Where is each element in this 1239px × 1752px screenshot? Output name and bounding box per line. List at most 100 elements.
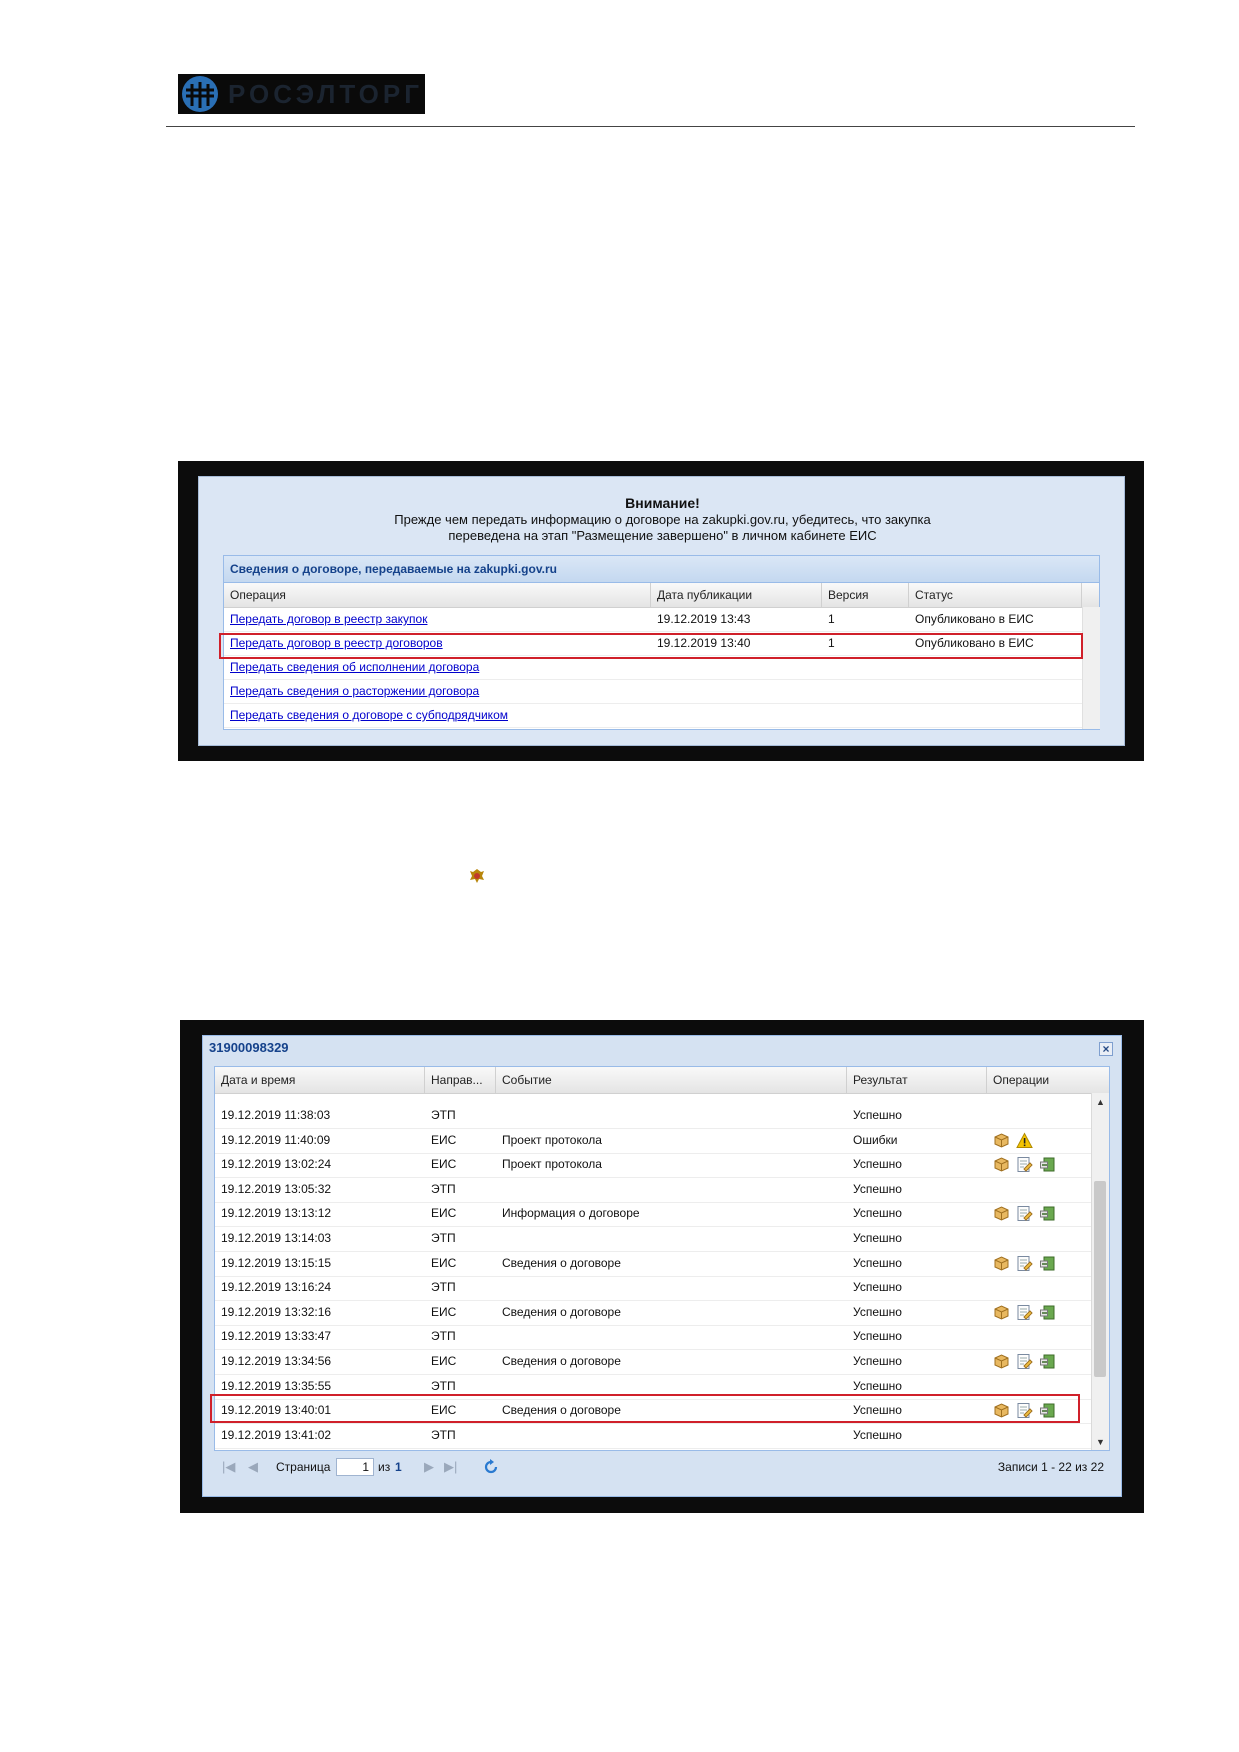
scrollbar-thumb[interactable] [1094, 1181, 1106, 1377]
first-page-icon[interactable]: |◀ [222, 1459, 235, 1475]
column-header-operations[interactable]: Операции [987, 1067, 1091, 1093]
window-title: 31900098329 [209, 1040, 289, 1055]
vertical-scrollbar[interactable] [1082, 607, 1100, 729]
datetime-cell: 19.12.2019 11:38:03 [221, 1108, 331, 1122]
scroll-down-icon[interactable]: ▼ [1096, 1437, 1105, 1447]
direction-cell: ЭТП [431, 1231, 456, 1245]
event-cell [496, 1324, 847, 1349]
table-row: Передать сведения о расторжении договора [224, 679, 1082, 704]
page-number-input[interactable]: 1 [336, 1458, 374, 1476]
warning-icon[interactable] [1016, 1132, 1033, 1149]
table-row[interactable]: 19.12.2019 13:16:24 ЭТП Успешно [215, 1275, 1091, 1302]
last-page-icon[interactable]: ▶| [444, 1459, 457, 1475]
table-row[interactable]: 19.12.2019 13:15:15 ЕИС Сведения о договор… [215, 1251, 1091, 1277]
package-icon[interactable] [993, 1156, 1010, 1173]
result-cell: Успешно [853, 1157, 902, 1172]
export-icon[interactable] [1039, 1156, 1056, 1173]
direction-cell: ЕИС [431, 1206, 457, 1221]
datetime-cell: 19.12.2019 13:41:02 [221, 1427, 332, 1442]
operations-cell [993, 1205, 1056, 1223]
table-row[interactable]: 19.12.2019 13:02:24 ЕИС Проект протокола Ус… [215, 1152, 1091, 1179]
export-icon[interactable] [1039, 1304, 1056, 1321]
operation-link-text[interactable]: Передать сведения об исполнении договора [230, 660, 479, 674]
datetime-cell: 19.12.2019 13:13:12 [221, 1206, 332, 1221]
document-edit-icon[interactable] [1016, 1353, 1033, 1370]
logo-mark-icon [182, 76, 218, 112]
document-edit-icon[interactable] [1016, 1156, 1033, 1173]
datetime-cell: 19.12.2019 13:32:16 [221, 1304, 332, 1319]
grid-header: Операция Дата публикации Версия Статус [224, 583, 1099, 608]
eis-emblem-icon [470, 869, 484, 883]
direction-cell: ЭТП [431, 1427, 456, 1442]
document-edit-icon[interactable] [1016, 1304, 1033, 1321]
package-icon[interactable] [993, 1304, 1010, 1321]
column-header-result[interactable]: Результат [847, 1067, 987, 1093]
table-row[interactable]: 19.12.2019 13:05:32 ЭТП Успешно [215, 1177, 1091, 1203]
table-row[interactable]: 19.12.2019 13:34:56 ЕИС Сведения о договор… [215, 1349, 1091, 1375]
package-icon[interactable] [993, 1132, 1010, 1149]
column-header-datetime[interactable]: Дата и время [215, 1067, 425, 1093]
operations-cell [993, 1156, 1056, 1174]
operation-link-text[interactable]: Передать сведения о расторжении договора [230, 684, 479, 698]
column-header-publication-date[interactable]: Дата публикации [651, 583, 822, 607]
export-icon[interactable] [1039, 1205, 1056, 1222]
highlight-frame [219, 633, 1083, 659]
event-cell [496, 1103, 847, 1128]
document-edit-icon[interactable] [1016, 1255, 1033, 1272]
datetime-cell: 19.12.2019 13:16:24 [221, 1280, 332, 1295]
result-cell: Успешно [853, 1206, 902, 1221]
next-page-icon[interactable]: ▶ [424, 1459, 434, 1475]
event-cell: Проект протокола [502, 1157, 602, 1172]
table-row[interactable]: 19.12.2019 13:14:03 ЭТП Успешно [215, 1226, 1091, 1252]
export-icon[interactable] [1039, 1353, 1056, 1370]
datetime-cell: 19.12.2019 13:15:15 [221, 1255, 332, 1270]
table-row[interactable]: 19.12.2019 11:40:09 ЕИС Проект протокола Ош… [215, 1128, 1091, 1154]
operation-link[interactable]: Передать сведения о расторжении договора [224, 679, 651, 703]
column-header-version[interactable]: Версия [822, 583, 909, 607]
event-cell: Сведения о договоре [502, 1354, 621, 1368]
result-cell: Ошибки [853, 1132, 898, 1147]
table-row[interactable]: 19.12.2019 13:32:16 ЕИС Сведения о договор… [215, 1300, 1091, 1326]
package-icon[interactable] [993, 1255, 1010, 1272]
publication-date-cell [651, 679, 822, 703]
header-divider [166, 126, 1135, 127]
publication-date-cell: 19.12.2019 13:43 [657, 612, 751, 626]
table-row[interactable]: 19.12.2019 11:38:03 ЭТП Успешно [215, 1103, 1091, 1129]
document-edit-icon[interactable] [1016, 1205, 1033, 1222]
scroll-up-icon[interactable]: ▲ [1096, 1097, 1105, 1107]
total-pages: 1 [395, 1460, 402, 1474]
result-cell: Успешно [853, 1354, 902, 1368]
package-icon[interactable] [993, 1353, 1010, 1370]
table-row[interactable]: 19.12.2019 13:41:02 ЭТП Успешно [215, 1423, 1091, 1449]
column-header-direction[interactable]: Направ... [425, 1067, 496, 1093]
prev-page-icon[interactable]: ◀ [248, 1459, 258, 1475]
table-row[interactable]: 19.12.2019 13:33:47 ЭТП Успешно [215, 1324, 1091, 1351]
operation-link[interactable]: Передать сведения о договоре с субподряд… [224, 703, 651, 727]
column-header-status[interactable]: Статус [909, 583, 1082, 607]
operation-link[interactable]: Передать договор в реестр закупок [224, 607, 651, 631]
result-cell: Успешно [853, 1329, 902, 1344]
direction-cell: ЭТП [431, 1280, 456, 1295]
warning-title: Внимание! [625, 495, 700, 511]
direction-cell: ЭТП [431, 1108, 456, 1122]
version-cell [822, 703, 909, 727]
close-icon[interactable]: × [1099, 1042, 1113, 1056]
operation-link-text[interactable]: Передать сведения о договоре с субподряд… [230, 708, 508, 722]
operation-link-text[interactable]: Передать договор в реестр закупок [230, 612, 427, 626]
event-cell: Проект протокола [502, 1132, 602, 1147]
event-cell [496, 1177, 847, 1202]
page-label: Страница [276, 1460, 331, 1474]
operations-cell [993, 1132, 1033, 1150]
package-icon[interactable] [993, 1205, 1010, 1222]
export-icon[interactable] [1039, 1255, 1056, 1272]
table-row[interactable]: 19.12.2019 13:13:12 ЕИС Информация о догов… [215, 1201, 1091, 1228]
vertical-scrollbar[interactable]: ▲ ▼ [1091, 1093, 1109, 1450]
refresh-icon[interactable] [482, 1458, 500, 1476]
table-row: Передать сведения о договоре с субподряд… [224, 703, 1082, 728]
direction-cell: ЕИС [431, 1304, 457, 1319]
records-count: Записи 1 - 22 из 22 [997, 1460, 1104, 1474]
column-header-operation[interactable]: Операция [224, 583, 651, 607]
event-cell: Сведения о договоре [502, 1304, 621, 1319]
column-header-event[interactable]: Событие [496, 1067, 847, 1093]
result-cell: Успешно [853, 1181, 902, 1196]
